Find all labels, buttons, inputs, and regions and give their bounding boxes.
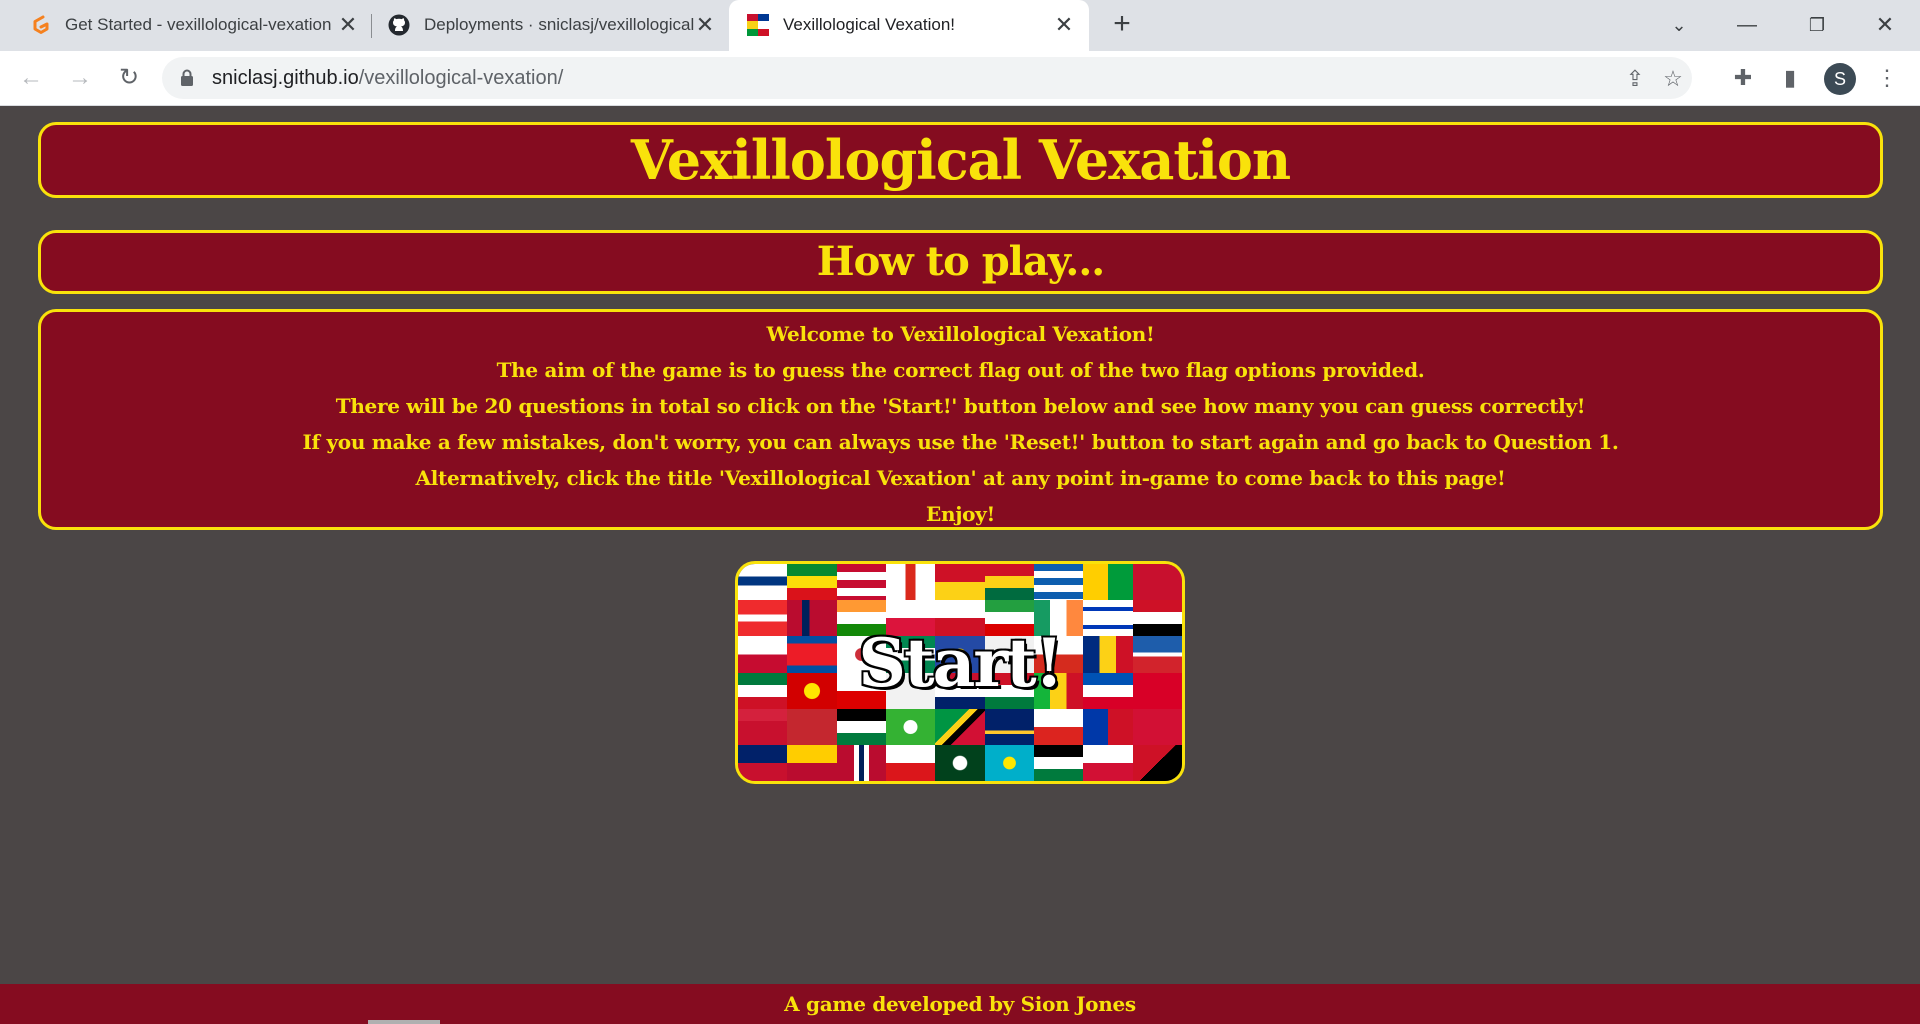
instruction-line: Welcome to Vexillological Vexation! xyxy=(766,322,1155,346)
instruction-line: The aim of the game is to guess the corr… xyxy=(496,358,1425,382)
forward-arrow-icon[interactable]: → xyxy=(65,63,95,93)
close-tab-icon[interactable]: ✕ xyxy=(335,12,361,38)
page-content: Vexillological Vexation How to play... W… xyxy=(0,106,1920,1024)
url-path: /vexillological-vexation/ xyxy=(358,67,564,89)
tab-strip: Get Started - vexillological-vexation ✕ … xyxy=(0,0,1920,51)
horizontal-scrollbar-thumb[interactable] xyxy=(368,1020,440,1024)
tab-vexillological-active[interactable]: Vexillological Vexation! ✕ xyxy=(729,0,1089,51)
tab-gitpod[interactable]: Get Started - vexillological-vexation ✕ xyxy=(0,0,370,51)
url-text[interactable]: sniclasj.github.io/vexillological-vexati… xyxy=(212,67,563,90)
page-title[interactable]: Vexillological Vexation xyxy=(38,122,1883,198)
extensions-puzzle-icon[interactable]: ✚ xyxy=(1728,63,1758,93)
instruction-line: Enjoy! xyxy=(926,502,995,526)
close-tab-icon[interactable]: ✕ xyxy=(692,12,718,38)
start-button[interactable]: Start! xyxy=(735,561,1185,784)
tab-github[interactable]: Deployments · sniclasj/vexillological-ve… xyxy=(372,0,727,51)
instruction-line: If you make a few mistakes, don't worry,… xyxy=(302,430,1619,454)
profile-avatar[interactable]: S xyxy=(1824,63,1856,95)
address-bar[interactable]: sniclasj.github.io/vexillological-vexati… xyxy=(162,57,1692,99)
close-tab-icon[interactable]: ✕ xyxy=(1051,12,1077,38)
browser-toolbar: ← → ↻ sniclasj.github.io/vexillological-… xyxy=(0,51,1920,106)
minimize-button[interactable]: — xyxy=(1730,8,1764,42)
instruction-line: There will be 20 questions in total so c… xyxy=(335,394,1586,418)
how-to-play-heading: How to play... xyxy=(38,230,1883,294)
tab-title: Deployments · sniclasj/vexillological-ve… xyxy=(424,15,694,34)
reload-icon[interactable]: ↻ xyxy=(114,63,144,93)
back-arrow-icon[interactable]: ← xyxy=(16,63,46,93)
footer-credit: A game developed by Sion Jones xyxy=(0,984,1920,1024)
tab-title: Vexillological Vexation! xyxy=(783,15,956,34)
share-icon[interactable]: ⇪ xyxy=(1622,66,1648,92)
instructions-panel: Welcome to Vexillological Vexation! The … xyxy=(38,309,1883,530)
side-panel-icon[interactable]: ▮ xyxy=(1775,63,1805,93)
tab-title: Get Started - vexillological-vexation xyxy=(65,15,332,34)
bookmark-star-icon[interactable]: ☆ xyxy=(1660,66,1686,92)
flags-favicon xyxy=(747,14,769,36)
start-button-label[interactable]: Start! xyxy=(738,624,1182,702)
instruction-line: Alternatively, click the title 'Vexillol… xyxy=(415,466,1506,490)
url-host: sniclasj.github.io xyxy=(212,67,359,89)
more-menu-icon[interactable]: ⋮ xyxy=(1872,63,1902,93)
restore-button[interactable]: ❐ xyxy=(1800,8,1834,42)
github-icon xyxy=(388,14,410,36)
tab-search-icon[interactable]: ⌄ xyxy=(1662,8,1696,42)
lock-icon[interactable] xyxy=(180,69,194,87)
close-window-button[interactable]: ✕ xyxy=(1868,8,1902,42)
gitpod-icon xyxy=(33,15,49,34)
new-tab-button[interactable]: + xyxy=(1106,9,1138,41)
